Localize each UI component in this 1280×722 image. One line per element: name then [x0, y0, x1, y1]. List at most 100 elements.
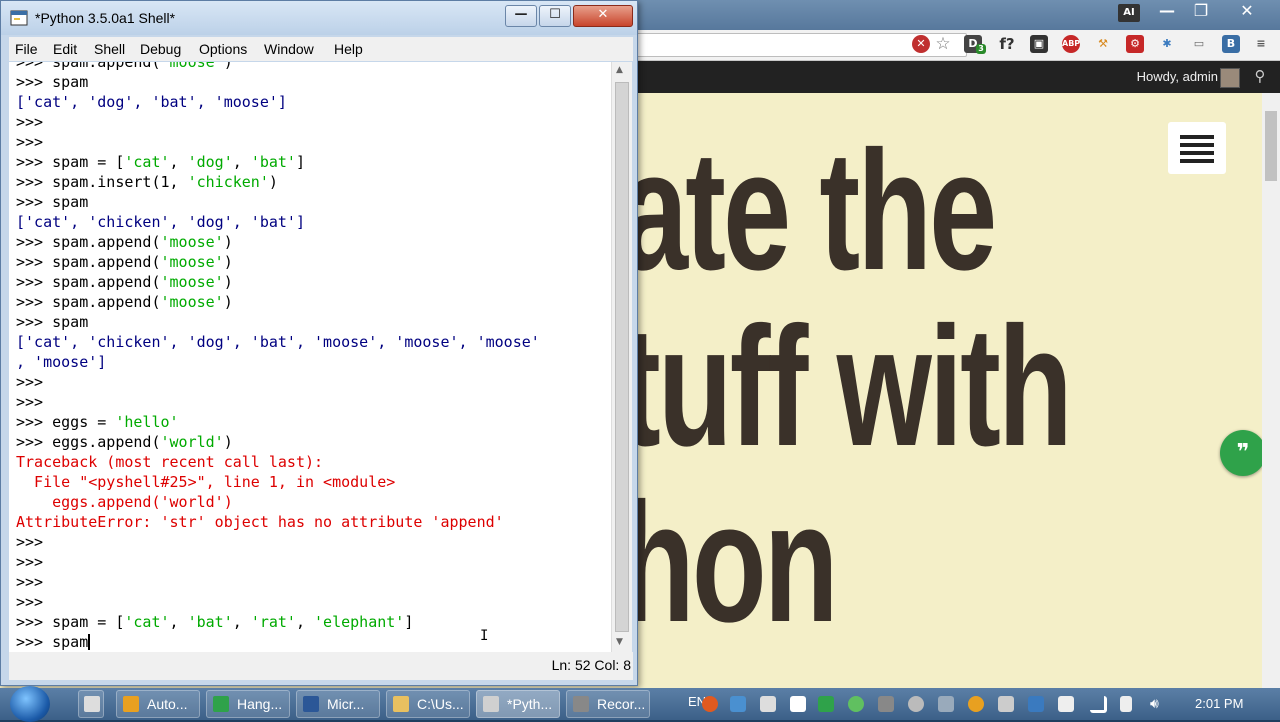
- python-shell-icon: [10, 10, 28, 26]
- start-button[interactable]: [10, 686, 50, 722]
- taskbar-item-chrome[interactable]: Auto...: [116, 690, 200, 718]
- apps-grid-icon: [84, 696, 100, 712]
- shell-line: >>> spam.append('moose'): [16, 292, 540, 312]
- maximize-button[interactable]: ☐: [539, 5, 571, 27]
- clock[interactable]: 2:01 PM: [1195, 696, 1243, 711]
- prompt: >>>: [16, 113, 53, 131]
- status-bar: Ln: 52 Col: 8: [9, 652, 633, 680]
- prompt: >>>: [16, 173, 53, 191]
- page-scrollbar[interactable]: [1262, 93, 1280, 688]
- minimize-button[interactable]: —: [505, 5, 537, 27]
- extension-cam-icon[interactable]: ▣: [1030, 35, 1048, 53]
- taskbar-item-word[interactable]: Micr...: [296, 690, 380, 718]
- prompt: >>>: [16, 633, 53, 651]
- browser-minimize-button[interactable]: —: [1152, 0, 1182, 22]
- vertical-scrollbar[interactable]: ▲ ▼: [611, 62, 632, 652]
- extension-b-icon[interactable]: B: [1222, 35, 1240, 53]
- taskbar-item-hangouts[interactable]: Hang...: [206, 690, 290, 718]
- scroll-down-icon[interactable]: ▼: [616, 637, 623, 647]
- input-text: spam.append('moose'): [52, 62, 233, 71]
- menu-help[interactable]: Help: [334, 41, 363, 57]
- input-text: spam.append('moose'): [52, 273, 233, 291]
- chrome-menu-icon[interactable]: ≡: [1252, 35, 1270, 53]
- browser-maximize-button[interactable]: ❐: [1186, 0, 1216, 22]
- battery-icon[interactable]: [1120, 696, 1132, 712]
- extension-badge: 3: [976, 44, 986, 54]
- menu-file[interactable]: File: [15, 41, 38, 57]
- prompt: >>>: [16, 253, 53, 271]
- taskbar-item-label: Recor...: [597, 696, 646, 712]
- shell-line: >>> spam.append('moose'): [16, 252, 540, 272]
- shell-line: >>>: [16, 112, 540, 132]
- tray-check-icon[interactable]: [848, 696, 864, 712]
- extension-gear-icon[interactable]: ✱: [1158, 35, 1176, 53]
- taskbar-item-folder[interactable]: C:\Us...: [386, 690, 470, 718]
- tray-alert-icon[interactable]: [702, 696, 718, 712]
- menu-options[interactable]: Options: [199, 41, 247, 57]
- search-icon[interactable]: ⚲: [1250, 67, 1270, 87]
- hamburger-menu-button[interactable]: [1168, 122, 1226, 174]
- shell-line: , 'moose']: [16, 352, 540, 372]
- taskbar-item-label: C:\Us...: [417, 696, 464, 712]
- taskbar-item-label: Micr...: [327, 696, 365, 712]
- prompt: >>>: [16, 553, 53, 571]
- page-scroll-thumb[interactable]: [1265, 111, 1277, 181]
- idle-titlebar: *Python 3.5.0a1 Shell* — ☐ ✕: [1, 1, 637, 35]
- admin-greeting[interactable]: Howdy, admin: [1137, 69, 1218, 84]
- tray-grid-icon[interactable]: [760, 696, 776, 712]
- hero-line-3: hon: [620, 468, 839, 658]
- shell-line: >>> spam.insert(1, 'chicken'): [16, 172, 540, 192]
- shell-line: >>>: [16, 372, 540, 392]
- shell-line: >>>: [16, 572, 540, 592]
- bluetooth-icon[interactable]: [1028, 696, 1044, 712]
- tray-app-icon[interactable]: [730, 696, 746, 712]
- taskbar-item-recorder[interactable]: Recor...: [566, 690, 650, 718]
- menu-window[interactable]: Window: [264, 41, 314, 57]
- input-text: spam: [52, 193, 89, 211]
- prompt: >>>: [16, 73, 53, 91]
- word-icon: [303, 696, 319, 712]
- hero-line-2: tuff with: [620, 292, 1073, 482]
- input-text: spam: [52, 73, 89, 91]
- star-icon[interactable]: ☆: [934, 35, 952, 53]
- prompt: >>>: [16, 393, 53, 411]
- tray-gear-icon[interactable]: [908, 696, 924, 712]
- volume-icon[interactable]: 🔊︎: [1150, 696, 1166, 712]
- extension-f-icon[interactable]: f?: [998, 35, 1016, 53]
- quote-chat-icon[interactable]: ❞: [1220, 430, 1266, 476]
- shell-line: ['cat', 'chicken', 'dog', 'bat']: [16, 212, 540, 232]
- tray-doc-icon[interactable]: [938, 696, 954, 712]
- close-button[interactable]: ✕: [573, 5, 633, 27]
- output-text: , 'moose']: [16, 353, 107, 371]
- tray-window-icon[interactable]: [790, 696, 806, 712]
- line-col-indicator: Ln: 52 Col: 8: [551, 657, 631, 673]
- adblock-icon[interactable]: ABP: [1062, 35, 1080, 53]
- menu-edit[interactable]: Edit: [53, 41, 77, 57]
- extension-window-icon[interactable]: ▭: [1190, 35, 1208, 53]
- extension-red-icon[interactable]: ⚙: [1126, 35, 1144, 53]
- hero-line-1: ate the: [620, 116, 997, 306]
- browser-close-button[interactable]: ✕: [1230, 0, 1264, 22]
- input-text: eggs.append('world'): [52, 433, 233, 451]
- tray-windows-icon[interactable]: [1058, 696, 1074, 712]
- tray-chrome-icon[interactable]: [968, 696, 984, 712]
- output-text: ['cat', 'dog', 'bat', 'moose']: [16, 93, 287, 111]
- shell-line: >>> spam.append('moose'): [16, 62, 540, 72]
- scroll-up-icon[interactable]: ▲: [616, 65, 623, 75]
- extension-tool-icon[interactable]: ⚒: [1094, 35, 1112, 53]
- tray-monitor-icon[interactable]: [998, 696, 1014, 712]
- menu-debug[interactable]: Debug: [140, 41, 181, 57]
- menu-shell[interactable]: Shell: [94, 41, 125, 57]
- shell-line: >>> spam = ['cat', 'dog', 'bat']: [16, 152, 540, 172]
- profile-icon[interactable]: AI: [1118, 4, 1140, 22]
- scroll-thumb[interactable]: [615, 82, 629, 632]
- avatar[interactable]: [1220, 68, 1240, 88]
- shell-editor[interactable]: >>> spam.append('moose') >>> spam ['cat', …: [9, 62, 611, 652]
- output-text: ['cat', 'chicken', 'dog', 'bat', 'moose'…: [16, 333, 540, 351]
- tray-green-icon[interactable]: [818, 696, 834, 712]
- tray-pr-icon[interactable]: [878, 696, 894, 712]
- stop-icon[interactable]: ✕: [912, 35, 930, 53]
- taskbar-item-python[interactable]: *Pyth...: [476, 690, 560, 718]
- show-apps-icon[interactable]: [78, 690, 104, 718]
- network-signal-icon[interactable]: [1090, 696, 1107, 713]
